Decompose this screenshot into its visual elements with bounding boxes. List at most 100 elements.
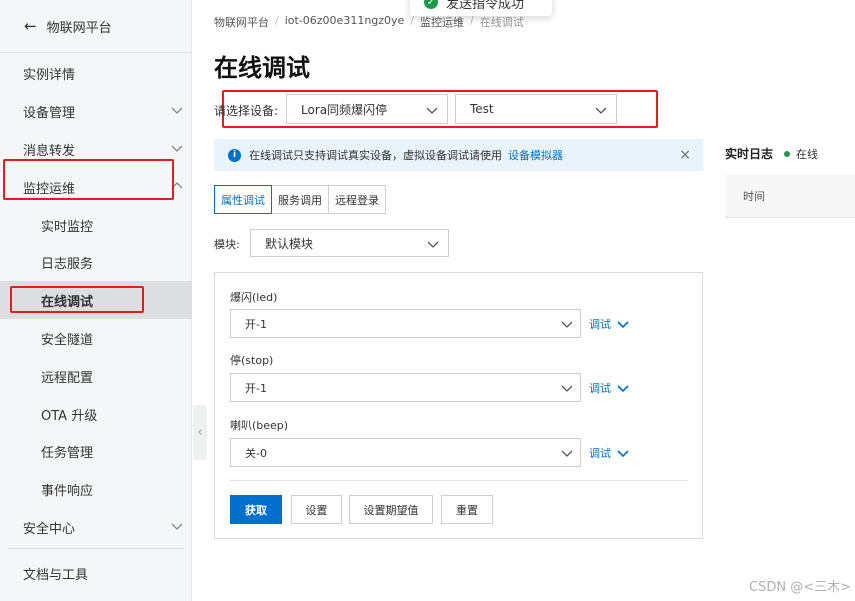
sidebar-item-label: OTA 升级	[41, 408, 98, 424]
sidebar: ← 物联网平台 实例详情 设备管理 消息转发 监控运维 实时监控 日志服务 在线…	[0, 0, 192, 601]
property-value-select[interactable]: 关-0	[230, 438, 581, 467]
chevron-down-icon	[595, 107, 607, 114]
set-expected-value-button[interactable]: 设置期望值	[349, 495, 433, 524]
chevron-down-icon	[427, 241, 439, 248]
back-to-platform[interactable]: ← 物联网平台	[0, 0, 192, 53]
breadcrumb-item[interactable]: 监控运维	[420, 14, 464, 30]
device-select-label: 请选择设备:	[214, 104, 279, 118]
chevron-down-icon	[561, 385, 573, 392]
sidebar-item-realtime-monitor[interactable]: 实时监控	[0, 206, 192, 244]
sidebar-divider	[8, 548, 184, 549]
debug-action-link[interactable]: 调试	[589, 380, 629, 396]
chevron-up-icon	[171, 182, 183, 189]
sidebar-item-label: 设备管理	[23, 105, 76, 121]
close-icon[interactable]: ×	[679, 147, 691, 163]
panel-divider	[230, 480, 688, 481]
sidebar-item-label: 事件响应	[41, 483, 94, 499]
sidebar-item-label: 实时监控	[41, 219, 94, 235]
realtime-log-title: 实时日志	[725, 147, 774, 161]
product-select-value: Lora同频爆闪停	[301, 102, 388, 117]
chevron-down-icon	[561, 450, 573, 457]
sidebar-item-label: 文档与工具	[23, 567, 89, 583]
debug-tabs: 属性调试 服务调用 远程登录	[214, 185, 386, 214]
property-label: 喇叭(beep)	[230, 419, 289, 432]
chevron-down-icon	[171, 145, 183, 152]
sidebar-item-ota-upgrade[interactable]: OTA 升级	[0, 395, 192, 433]
module-select[interactable]: 默认模块	[250, 229, 449, 257]
sidebar-item-monitoring-ops[interactable]: 监控运维	[0, 168, 192, 206]
property-value-select[interactable]: 开-1	[230, 373, 581, 402]
chevron-down-icon	[617, 385, 629, 393]
alert-text: 在线调试只支持调试真实设备，虚拟设备调试请使用	[249, 149, 502, 162]
debug-action-link[interactable]: 调试	[589, 445, 629, 461]
chevron-left-icon: ‹	[197, 425, 203, 440]
sidebar-item-remote-config[interactable]: 远程配置	[0, 357, 192, 395]
sidebar-item-instance-detail[interactable]: 实例详情	[0, 54, 192, 92]
sidebar-item-label: 任务管理	[41, 445, 94, 461]
property-label: 爆闪(led)	[230, 291, 278, 304]
breadcrumb-current: 在线调试	[479, 16, 524, 29]
chevron-down-icon	[561, 321, 573, 328]
property-value: 关-0	[245, 446, 267, 460]
check-circle-icon: ✓	[424, 0, 438, 9]
device-simulator-link[interactable]: 设备模拟器	[508, 147, 563, 163]
tab-property-debug[interactable]: 属性调试	[214, 185, 272, 214]
watermark: CSDN @<三木>	[749, 580, 851, 595]
debug-action-label: 调试	[589, 382, 611, 395]
sidebar-item-message-forwarding[interactable]: 消息转发	[0, 130, 192, 168]
sidebar-item-label: 日志服务	[41, 256, 94, 272]
chevron-down-icon	[171, 107, 183, 114]
tab-remote-login[interactable]: 远程登录	[328, 185, 386, 214]
page-title: 在线调试	[214, 54, 310, 82]
property-panel: 爆闪(led) 开-1 调试 停(stop) 开-1 调试 喇叭(beep) 关…	[214, 272, 703, 539]
sidebar-item-label: 消息转发	[23, 143, 76, 159]
chevron-down-icon	[426, 107, 438, 114]
set-button[interactable]: 设置	[291, 495, 342, 524]
sidebar-collapse-handle[interactable]: ‹	[193, 405, 207, 460]
debug-action-label: 调试	[589, 318, 611, 331]
sidebar-item-label: 安全隧道	[41, 332, 94, 348]
sidebar-item-label: 在线调试	[41, 294, 94, 310]
log-column-time: 时间	[743, 190, 765, 203]
property-value-select[interactable]: 开-1	[230, 309, 581, 338]
info-icon: i	[228, 148, 241, 162]
sidebar-item-label: 实例详情	[23, 67, 76, 83]
breadcrumb: 物联网平台 / iot-06z00e311ngz0ye / 监控运维 / 在线调试	[214, 14, 524, 30]
sidebar-item-label: 监控运维	[23, 181, 76, 197]
sidebar-item-online-debug[interactable]: 在线调试	[0, 281, 192, 319]
info-alert: i 在线调试只支持调试真实设备，虚拟设备调试请使用 设备模拟器 ×	[214, 139, 703, 171]
app-root: ← 物联网平台 实例详情 设备管理 消息转发 监控运维 实时监控 日志服务 在线…	[0, 0, 855, 601]
sidebar-item-event-response[interactable]: 事件响应	[0, 470, 192, 508]
chevron-down-icon	[171, 523, 183, 530]
sidebar-item-docs-tools[interactable]: 文档与工具	[0, 554, 192, 592]
toast-text: 发送指令成功	[446, 0, 525, 12]
chevron-down-icon	[617, 450, 629, 458]
debug-action-label: 调试	[589, 447, 611, 460]
module-select-value: 默认模块	[265, 236, 314, 251]
debug-action-link[interactable]: 调试	[589, 316, 629, 332]
sidebar-item-log-service[interactable]: 日志服务	[0, 243, 192, 281]
reset-button[interactable]: 重置	[441, 495, 493, 524]
back-label: 物联网平台	[46, 20, 112, 36]
log-table-header: 时间	[725, 175, 855, 218]
module-label: 模块:	[214, 238, 240, 251]
property-value: 开-1	[245, 317, 267, 331]
device-select[interactable]: Test	[455, 94, 617, 124]
sidebar-item-label: 远程配置	[41, 370, 94, 386]
tab-service-call[interactable]: 服务调用	[271, 185, 329, 214]
get-button[interactable]: 获取	[230, 495, 282, 524]
success-toast: ✓ 发送指令成功	[410, 0, 552, 16]
online-status-dot	[784, 150, 791, 157]
sidebar-item-secure-tunnel[interactable]: 安全隧道	[0, 319, 192, 357]
sidebar-item-device-management[interactable]: 设备管理	[0, 92, 192, 130]
breadcrumb-item[interactable]: iot-06z00e311ngz0ye	[285, 14, 405, 30]
realtime-log-header: 实时日志 在线	[725, 145, 818, 162]
sidebar-item-label: 安全中心	[23, 521, 76, 537]
property-label: 停(stop)	[230, 354, 274, 367]
chevron-down-icon	[617, 321, 629, 329]
product-select[interactable]: Lora同频爆闪停	[286, 94, 448, 124]
device-select-value: Test	[470, 102, 494, 116]
sidebar-item-task-management[interactable]: 任务管理	[0, 432, 192, 470]
sidebar-item-security-center[interactable]: 安全中心	[0, 508, 192, 546]
breadcrumb-item[interactable]: 物联网平台	[214, 14, 269, 30]
